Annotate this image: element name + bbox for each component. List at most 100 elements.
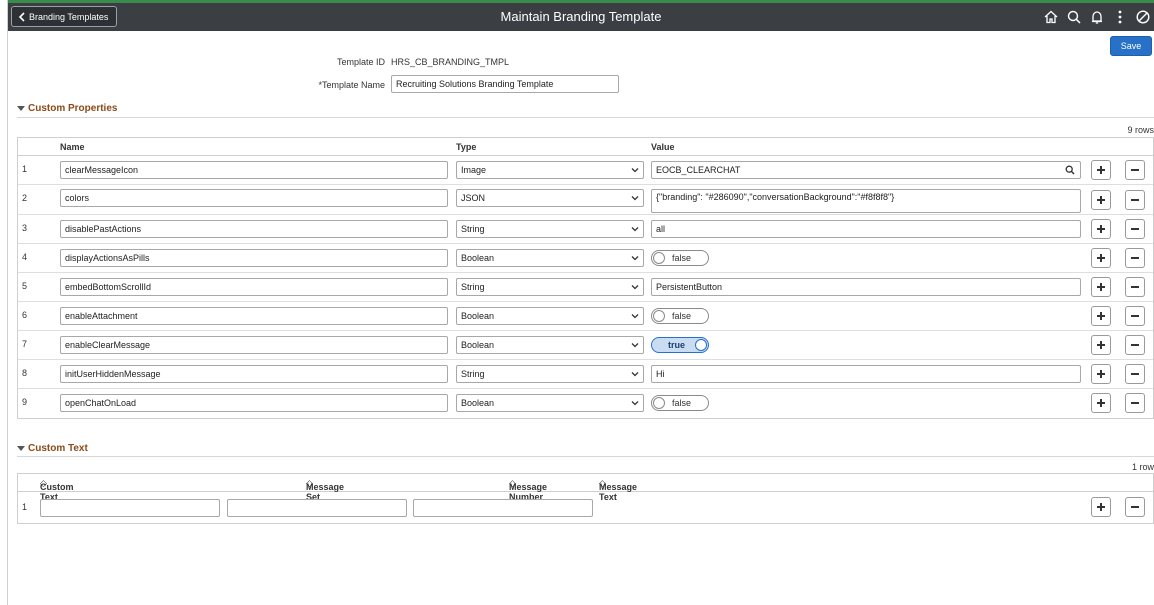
column-header-type: Type (456, 142, 477, 152)
column-header-message-number[interactable]: Message Number ◇ (509, 478, 547, 502)
custom-properties-row-count: 9 rows (1127, 125, 1154, 135)
property-type-select[interactable]: JSON (456, 189, 644, 207)
value-input[interactable]: PersistentButton (651, 278, 1081, 296)
add-row-button[interactable] (1091, 364, 1111, 384)
custom-text-header-row: Custom Text ◇ Message Set Number ◇ Messa… (18, 474, 1153, 512)
table-row: 3 disablePastActions String all (18, 215, 1153, 244)
property-type-select[interactable]: String (456, 278, 644, 296)
value-input[interactable]: Hi (651, 365, 1081, 383)
toggle-label: false (672, 398, 692, 408)
template-id-value: HRS_CB_BRANDING_TMPL (391, 57, 510, 67)
property-name-input[interactable]: displayActionsAsPills (60, 249, 448, 267)
plus-icon (1097, 283, 1105, 291)
toggle-label: true (668, 340, 686, 350)
property-name-input[interactable]: disablePastActions (60, 220, 448, 238)
custom-properties-header-row: Name Type Value (18, 138, 1153, 156)
boolean-toggle[interactable]: false (651, 250, 709, 266)
add-row-button[interactable] (1091, 248, 1111, 268)
delete-row-button[interactable] (1125, 335, 1145, 355)
minus-icon (1131, 506, 1139, 508)
block-icon[interactable] (1131, 7, 1154, 27)
add-row-button[interactable] (1091, 393, 1111, 413)
boolean-toggle[interactable]: true (651, 337, 709, 353)
selected-type: Boolean (461, 340, 495, 350)
table-row: 2 colors JSON {"branding": "#286090","conve… (18, 185, 1153, 215)
add-row-button[interactable] (1091, 219, 1111, 239)
value-textarea[interactable]: {"branding": "#286090","conversationBack… (651, 189, 1081, 213)
custom-properties-section-toggle[interactable]: Custom Properties (17, 103, 117, 114)
minus-icon (1131, 169, 1139, 171)
boolean-toggle[interactable]: false (651, 395, 709, 411)
add-row-button[interactable] (1091, 306, 1111, 326)
plus-icon (1097, 166, 1105, 174)
property-name-input[interactable]: clearMessageIcon (60, 161, 448, 179)
save-button[interactable]: Save (1110, 36, 1152, 56)
minus-icon (1131, 402, 1139, 404)
property-type-select[interactable]: Boolean (456, 336, 644, 354)
property-type-select[interactable]: String (456, 365, 644, 383)
add-row-button[interactable] (1091, 335, 1111, 355)
row-number: 4 (22, 252, 28, 262)
template-id-label: Template ID (336, 57, 385, 67)
delete-row-button[interactable] (1125, 497, 1145, 517)
lookup-search-icon[interactable] (1065, 165, 1075, 175)
delete-row-button[interactable] (1125, 219, 1145, 239)
delete-row-button[interactable] (1125, 306, 1145, 326)
delete-row-button[interactable] (1125, 393, 1145, 413)
selected-type: Boolean (461, 253, 495, 263)
value-input[interactable]: EOCB_CLEARCHAT (651, 161, 1081, 179)
chevron-down-icon (631, 227, 639, 232)
delete-row-button[interactable] (1125, 248, 1145, 268)
property-name-input[interactable]: colors (60, 189, 448, 207)
property-type-select[interactable]: String (456, 220, 644, 238)
delete-row-button[interactable] (1125, 277, 1145, 297)
home-icon[interactable] (1039, 7, 1062, 27)
property-type-select[interactable]: Boolean (456, 307, 644, 325)
collapse-triangle-icon (17, 106, 25, 111)
property-name-input[interactable]: enableAttachment (60, 307, 448, 325)
chevron-down-icon (631, 196, 639, 201)
toggle-knob (653, 252, 665, 264)
column-header-message-set-number[interactable]: Message Set Number ◇ (306, 478, 344, 512)
table-row: 5 embedBottomScrollId String PersistentButt… (18, 273, 1153, 302)
boolean-toggle[interactable]: false (651, 308, 709, 324)
header-actions (1039, 7, 1154, 27)
property-name-input[interactable]: enableClearMessage (60, 336, 448, 354)
plus-icon (1097, 312, 1105, 320)
delete-row-button[interactable] (1125, 190, 1145, 210)
template-name-input[interactable]: Recruiting Solutions Branding Template (391, 75, 619, 93)
bell-icon[interactable] (1085, 7, 1108, 27)
add-row-button[interactable] (1091, 160, 1111, 180)
selected-type: String (461, 369, 485, 379)
chevron-down-icon (631, 256, 639, 261)
message-number-input[interactable] (413, 499, 593, 517)
more-icon[interactable] (1108, 7, 1131, 27)
property-name-input[interactable]: openChatOnLoad (60, 394, 448, 412)
minus-icon (1131, 315, 1139, 317)
add-row-button[interactable] (1091, 277, 1111, 297)
table-row: 1 clearMessageIcon Image EOCB_CLEARCHAT (18, 156, 1153, 185)
add-row-button[interactable] (1091, 497, 1111, 517)
value-input[interactable]: all (651, 220, 1081, 238)
custom-properties-heading: Custom Properties (28, 103, 118, 114)
property-name-input[interactable]: initUserHiddenMessage (60, 365, 448, 383)
custom-text-row-count: 1 row (1131, 462, 1154, 472)
message-set-number-input[interactable] (227, 499, 407, 517)
custom-text-input[interactable] (40, 499, 220, 517)
property-type-select[interactable]: Image (456, 161, 644, 179)
plus-icon (1097, 399, 1105, 407)
add-row-button[interactable] (1091, 190, 1111, 210)
delete-row-button[interactable] (1125, 160, 1145, 180)
property-type-select[interactable]: Boolean (456, 249, 644, 267)
column-header-name: Name (60, 142, 85, 152)
custom-properties-grid: Name Type Value 1 clearMessageIcon Image EO… (17, 137, 1154, 419)
property-name-input[interactable]: embedBottomScrollId (60, 278, 448, 296)
delete-row-button[interactable] (1125, 364, 1145, 384)
search-icon[interactable] (1062, 7, 1085, 27)
property-type-select[interactable]: Boolean (456, 394, 644, 412)
custom-text-section-toggle[interactable]: Custom Text (17, 443, 88, 454)
column-header-message-text[interactable]: Message Text ◇ (599, 478, 637, 502)
plus-icon (1097, 254, 1105, 262)
column-header-custom-text[interactable]: Custom Text ◇ (40, 478, 74, 502)
plus-icon (1097, 196, 1105, 204)
